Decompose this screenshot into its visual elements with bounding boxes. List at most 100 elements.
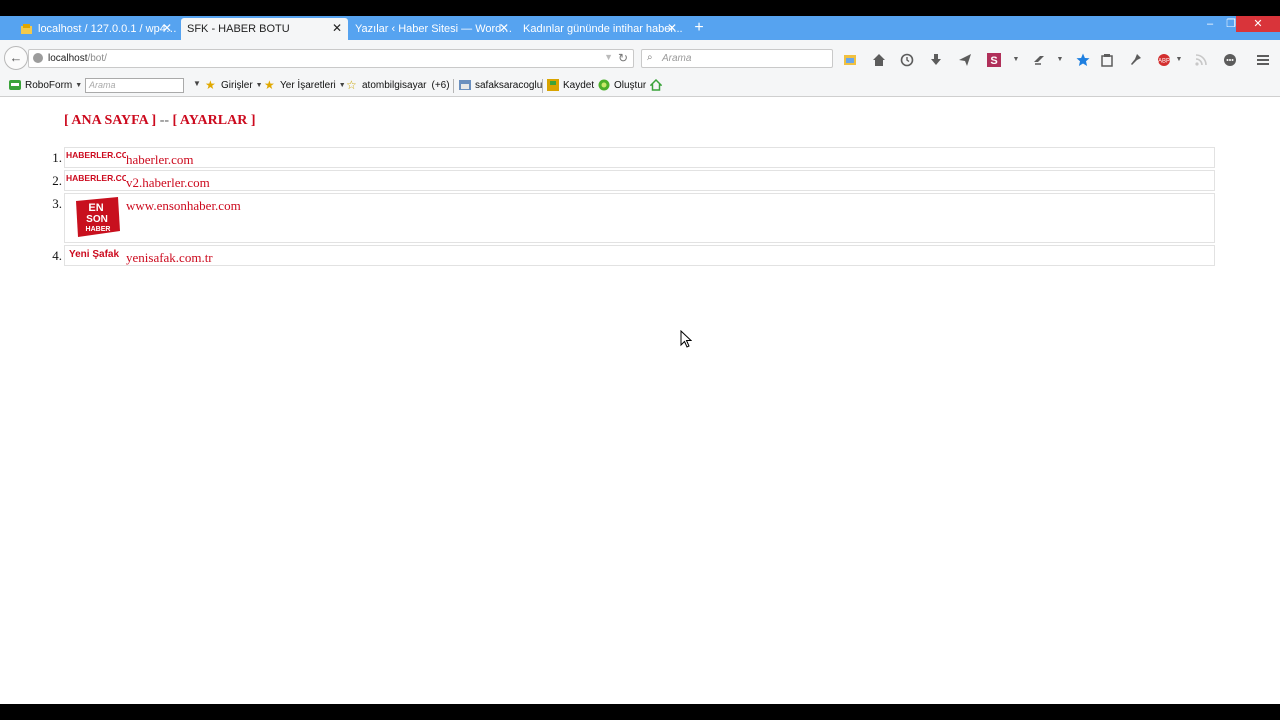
yer-isaretleri-label: Yer İşaretleri bbox=[280, 79, 336, 91]
logo-text-line2: SON bbox=[86, 214, 108, 225]
bookmarks-bar: RoboForm ▼ Arama ▼ ★ Girişler ▼ ★ Yer İşar… bbox=[0, 76, 1280, 97]
logo-text-line1: EN bbox=[88, 202, 103, 214]
logo-text-line3: HABER bbox=[86, 226, 111, 233]
clipboard-icon[interactable] bbox=[1100, 53, 1114, 67]
home-icon[interactable] bbox=[872, 53, 886, 67]
new-tab-button[interactable]: + bbox=[691, 19, 707, 37]
menu-separator: -- bbox=[159, 113, 170, 128]
tab-phpmyadmin[interactable]: localhost / 127.0.0.1 / wp4 ... ✕ bbox=[14, 18, 178, 40]
page-content: [ ANA SAYFA ] -- [ AYARLAR ] 1. HABERLER… bbox=[0, 97, 1280, 704]
site-link[interactable]: yenisafak.com.tr bbox=[126, 250, 213, 266]
reload-icon[interactable]: ↻ bbox=[618, 51, 628, 65]
site-link[interactable]: www.ensonhaber.com bbox=[126, 198, 241, 214]
menu-icon[interactable] bbox=[1256, 53, 1270, 67]
chevron-down-icon: ▼ bbox=[193, 79, 201, 88]
history-icon[interactable] bbox=[900, 53, 914, 67]
site-list-item: 2. HABERLER.COM v2.haberler.com bbox=[52, 170, 1215, 191]
safaksaracoglu-label: safaksaracoglu bbox=[475, 79, 543, 91]
site-link[interactable]: haberler.com bbox=[126, 152, 194, 168]
tab-close-icon[interactable]: ✕ bbox=[667, 22, 677, 35]
chevron-down-icon: ▼ bbox=[75, 81, 83, 89]
chevron-down-icon[interactable]: ▼ bbox=[1009, 53, 1023, 67]
home-link[interactable]: [ ANA SAYFA ] bbox=[64, 113, 156, 128]
item-number: 2. bbox=[52, 173, 62, 188]
safaksaracoglu-bookmark[interactable]: safaksaracoglu bbox=[459, 79, 542, 91]
separator bbox=[453, 79, 454, 93]
star-folder-icon: ★ bbox=[264, 78, 275, 92]
site-icon bbox=[459, 80, 471, 90]
reader-icon[interactable] bbox=[843, 53, 857, 67]
yer-isaretleri-menu[interactable]: ★ Yer İşaretleri ▼ bbox=[264, 79, 346, 91]
ensonhaber-logo: EN SON HABER bbox=[76, 197, 120, 237]
tab-haber-botu[interactable]: SFK - HABER BOTU ✕ bbox=[181, 18, 348, 40]
svg-text:S: S bbox=[990, 55, 997, 67]
search-icon: ⌕ bbox=[647, 52, 653, 63]
chevron-down-icon[interactable]: ▼ bbox=[1053, 53, 1067, 67]
rss-icon[interactable] bbox=[1194, 53, 1208, 67]
tab-title: Yazılar ‹ Haber Sitesi — WordPr... bbox=[355, 23, 515, 35]
back-button[interactable]: ← bbox=[4, 46, 28, 70]
save-icon bbox=[547, 79, 559, 91]
roboform-label: RoboForm bbox=[25, 79, 73, 91]
settings-link[interactable]: [ AYARLAR ] bbox=[173, 113, 256, 128]
search-input[interactable]: ⌕ Arama bbox=[641, 49, 833, 68]
browser-window: localhost / 127.0.0.1 / wp4 ... ✕ SFK - … bbox=[0, 16, 1280, 704]
close-window-button[interactable]: ✕ bbox=[1236, 16, 1280, 32]
bookmark-dropdown[interactable]: ▼ bbox=[190, 79, 201, 88]
site-link[interactable]: v2.haberler.com bbox=[126, 175, 210, 191]
logo-text: Yeni Şafak bbox=[69, 249, 119, 260]
site-list-item: 4. Yeni Şafak yenisafak.com.tr bbox=[52, 245, 1215, 266]
send-icon[interactable] bbox=[958, 53, 972, 67]
search-placeholder: Arama bbox=[662, 53, 692, 64]
tab-wordpress[interactable]: Yazılar ‹ Haber Sitesi — WordPr... ✕ bbox=[349, 18, 515, 40]
site-list-item: 1. HABERLER.COM haberler.com bbox=[52, 147, 1215, 168]
mouse-cursor-icon bbox=[680, 330, 692, 348]
girisler-label: Girişler bbox=[221, 79, 253, 91]
bookmark-star-icon[interactable] bbox=[1076, 53, 1090, 67]
chevron-down-icon[interactable]: ▼ bbox=[1172, 53, 1186, 67]
roboform-icon bbox=[9, 80, 21, 90]
url-host: localhost bbox=[48, 53, 88, 64]
bookmark-search-input[interactable]: Arama bbox=[85, 78, 184, 93]
tab-close-icon[interactable]: ✕ bbox=[499, 22, 509, 35]
separator bbox=[542, 79, 543, 93]
url-path: /bot/ bbox=[87, 53, 107, 64]
item-number: 1. bbox=[52, 150, 62, 165]
atombilgisayar-bookmark[interactable]: ☆ atombilgisayar (+6) bbox=[346, 79, 450, 91]
pin-icon[interactable] bbox=[1128, 53, 1142, 67]
chevron-down-icon: ▼ bbox=[338, 81, 346, 89]
tab-kadinlar[interactable]: Kadınlar gününde intihar haber... ✕ bbox=[517, 18, 683, 40]
chevron-down-icon[interactable]: ▼ bbox=[604, 52, 613, 62]
olustur-label: Oluştur bbox=[614, 79, 647, 91]
olustur-button[interactable]: Oluştur bbox=[598, 79, 646, 91]
svg-text:ABP: ABP bbox=[1158, 59, 1170, 65]
url-text: localhost/bot/ bbox=[48, 53, 107, 64]
kaydet-button[interactable]: Kaydet bbox=[547, 79, 594, 91]
sync-icon[interactable] bbox=[1032, 53, 1046, 67]
logo-text: HABERLER.COM bbox=[66, 150, 126, 160]
download-icon[interactable] bbox=[929, 53, 943, 67]
addon-icon[interactable]: ABP bbox=[1157, 53, 1171, 67]
tab-title: localhost / 127.0.0.1 / wp4 ... bbox=[38, 23, 178, 35]
girisler-menu[interactable]: ★ Girişler ▼ bbox=[205, 79, 263, 91]
item-number: 3. bbox=[52, 196, 62, 211]
yenisafak-logo: Yeni Şafak bbox=[69, 249, 119, 260]
star-folder-icon: ☆ bbox=[346, 78, 357, 92]
haberler-logo: HABERLER.COM bbox=[66, 150, 126, 160]
roboform-button[interactable]: RoboForm ▼ bbox=[9, 79, 82, 91]
home-icon bbox=[650, 79, 662, 91]
tab-title: SFK - HABER BOTU bbox=[187, 23, 290, 35]
top-menu: [ ANA SAYFA ] -- [ AYARLAR ] bbox=[64, 113, 256, 129]
chevron-down-icon: ▼ bbox=[255, 81, 263, 89]
tab-close-icon[interactable]: ✕ bbox=[332, 22, 342, 35]
haberler-logo: HABERLER.COM bbox=[66, 173, 126, 183]
chat-icon[interactable] bbox=[1223, 53, 1237, 67]
create-icon bbox=[598, 79, 610, 91]
url-bar[interactable]: localhost/bot/ ▼ ↻ bbox=[28, 49, 634, 68]
nav-bar: ← localhost/bot/ ▼ ↻ ⌕ Arama S ▼ ▼ ABP ▼ bbox=[0, 40, 1280, 77]
atombilgisayar-label: atombilgisayar bbox=[362, 79, 427, 91]
tab-close-icon[interactable]: ✕ bbox=[162, 22, 172, 35]
home-bookmark[interactable] bbox=[650, 79, 666, 91]
logo-text: HABERLER.COM bbox=[66, 173, 126, 183]
s-extension-icon[interactable]: S bbox=[987, 53, 1001, 67]
